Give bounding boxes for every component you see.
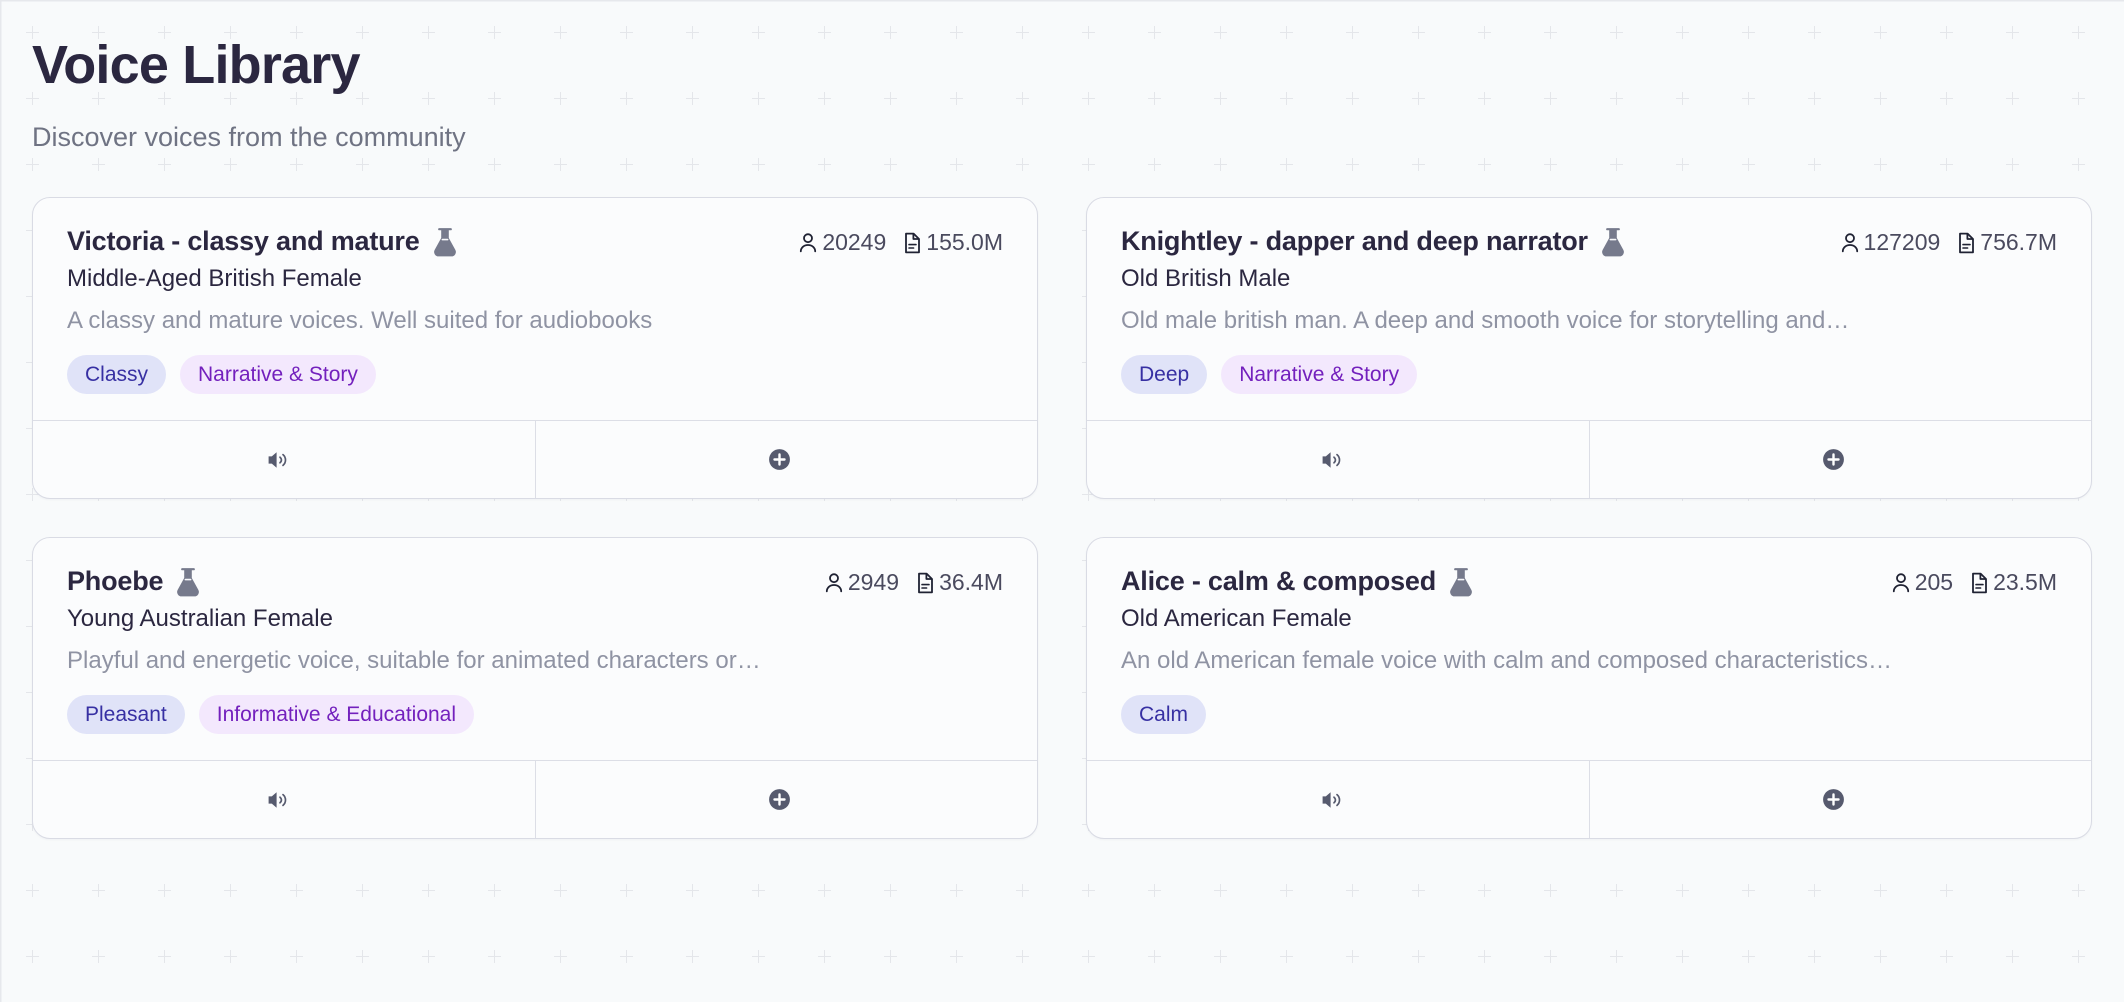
voice-stats: 20249 155.0M [796,226,1003,256]
voice-card[interactable]: Knightley - dapper and deep narrator 127… [1086,197,2092,500]
flask-icon [1448,567,1474,597]
voice-stats: 205 23.5M [1889,566,2057,596]
add-to-voicelab-button[interactable] [534,761,1038,839]
voice-tag[interactable]: Deep [1121,355,1208,395]
users-count: 205 [1914,569,1954,596]
voice-card-header: Alice - calm & composed 205 23.5M [1121,566,2057,597]
sample-button[interactable] [33,421,535,498]
users-stat: 127209 [1838,229,1941,256]
voice-card-actions [33,760,1038,839]
voice-title: Victoria - classy and mature [67,226,420,257]
voice-title: Alice - calm & composed [1121,566,1436,597]
voice-tag[interactable]: Pleasant [67,695,185,735]
voice-stats: 2949 36.4M [822,566,1003,596]
characters-count: 23.5M [1993,569,2057,596]
voice-tags: Calm [1121,695,2057,735]
voice-tag[interactable]: Narrative & Story [1221,355,1418,395]
plus-circle-icon [767,787,792,812]
voice-tags: Deep Narrative & Story [1121,355,2057,395]
sample-button[interactable] [1087,421,1589,498]
document-icon [1954,231,1978,255]
flask-icon [432,227,458,257]
voice-title-group: Phoebe [67,566,201,597]
voice-card-body: Alice - calm & composed 205 23.5M Old Am… [1087,538,2091,760]
document-icon [900,231,924,255]
voice-card-body: Phoebe 2949 36.4M Young Australian Femal… [33,538,1037,760]
voice-card-actions [1087,420,2092,499]
users-count: 20249 [822,229,887,256]
voice-card[interactable]: Victoria - classy and mature 20249 155.0… [32,197,1038,500]
page-header: Voice Library Discover voices from the c… [32,34,2092,153]
voice-description: A classy and mature voices. Well suited … [67,307,653,335]
users-count: 2949 [847,569,900,596]
voice-tag[interactable]: Calm [1121,695,1207,735]
add-to-voicelab-button[interactable] [1588,421,2092,499]
voice-meta: Old American Female [1121,605,1352,633]
sample-button[interactable] [1087,761,1589,838]
voice-meta: Middle-Aged British Female [67,265,362,293]
voice-tag[interactable]: Classy [67,355,167,395]
plus-circle-icon [1821,787,1846,812]
voice-description: Playful and energetic voice, suitable fo… [67,647,761,675]
speaker-volume-icon [1319,448,1343,472]
speaker-volume-icon [1319,788,1343,812]
voice-meta: Young Australian Female [67,605,333,633]
voice-title-group: Victoria - classy and mature [67,226,458,257]
page-subtitle: Discover voices from the community [32,122,466,153]
voice-card-actions [1087,760,2092,839]
plus-circle-icon [767,447,792,472]
voice-card-actions [33,420,1038,499]
voice-stats: 127209 756.7M [1838,226,2057,256]
voice-card-header: Victoria - classy and mature 20249 155.0… [67,226,1003,257]
voice-library-page: Voice Library Discover voices from the c… [0,0,2124,840]
characters-count: 155.0M [926,229,1003,256]
characters-stat: 23.5M [1967,569,2057,596]
voice-card-header: Phoebe 2949 36.4M [67,566,1003,597]
add-to-voicelab-button[interactable] [534,421,1038,499]
user-icon [1838,231,1862,255]
voice-card-header: Knightley - dapper and deep narrator 127… [1121,226,2057,257]
user-icon [796,231,820,255]
voice-card-grid: Victoria - classy and mature 20249 155.0… [32,197,2092,840]
voice-meta: Old British Male [1121,265,1291,293]
voice-title: Knightley - dapper and deep narrator [1121,226,1588,257]
voice-card[interactable]: Alice - calm & composed 205 23.5M Old Am… [1086,537,2092,840]
characters-stat: 36.4M [913,569,1003,596]
characters-stat: 756.7M [1954,229,2057,256]
characters-stat: 155.0M [900,229,1003,256]
add-to-voicelab-button[interactable] [1588,761,2092,839]
document-icon [1967,571,1991,595]
users-stat: 20249 [796,229,886,256]
document-icon [913,571,937,595]
voice-title-group: Alice - calm & composed [1121,566,1474,597]
voice-tag[interactable]: Informative & Educational [198,695,475,735]
voice-tag[interactable]: Narrative & Story [180,355,376,395]
voice-title: Phoebe [67,566,164,597]
speaker-volume-icon [265,448,289,472]
voice-card-body: Victoria - classy and mature 20249 155.0… [33,198,1037,420]
plus-circle-icon [1821,447,1846,472]
speaker-volume-icon [265,788,289,812]
user-icon [1889,571,1913,595]
users-stat: 2949 [822,569,899,596]
voice-title-group: Knightley - dapper and deep narrator [1121,226,1626,257]
voice-description: An old American female voice with calm a… [1121,647,1892,675]
voice-card-body: Knightley - dapper and deep narrator 127… [1087,198,2091,420]
sample-button[interactable] [33,761,535,838]
users-stat: 205 [1889,569,1953,596]
voice-card[interactable]: Phoebe 2949 36.4M Young Australian Femal… [32,537,1038,840]
characters-count: 36.4M [939,569,1003,596]
characters-count: 756.7M [1980,229,2057,256]
voice-description: Old male british man. A deep and smooth … [1121,307,1850,335]
user-icon [822,571,846,595]
flask-icon [175,567,201,597]
page-title: Voice Library [32,35,361,95]
voice-tags: Classy Narrative & Story [67,355,1003,395]
users-count: 127209 [1863,229,1941,256]
voice-tags: Pleasant Informative & Educational [67,695,1003,735]
flask-icon [1600,227,1626,257]
